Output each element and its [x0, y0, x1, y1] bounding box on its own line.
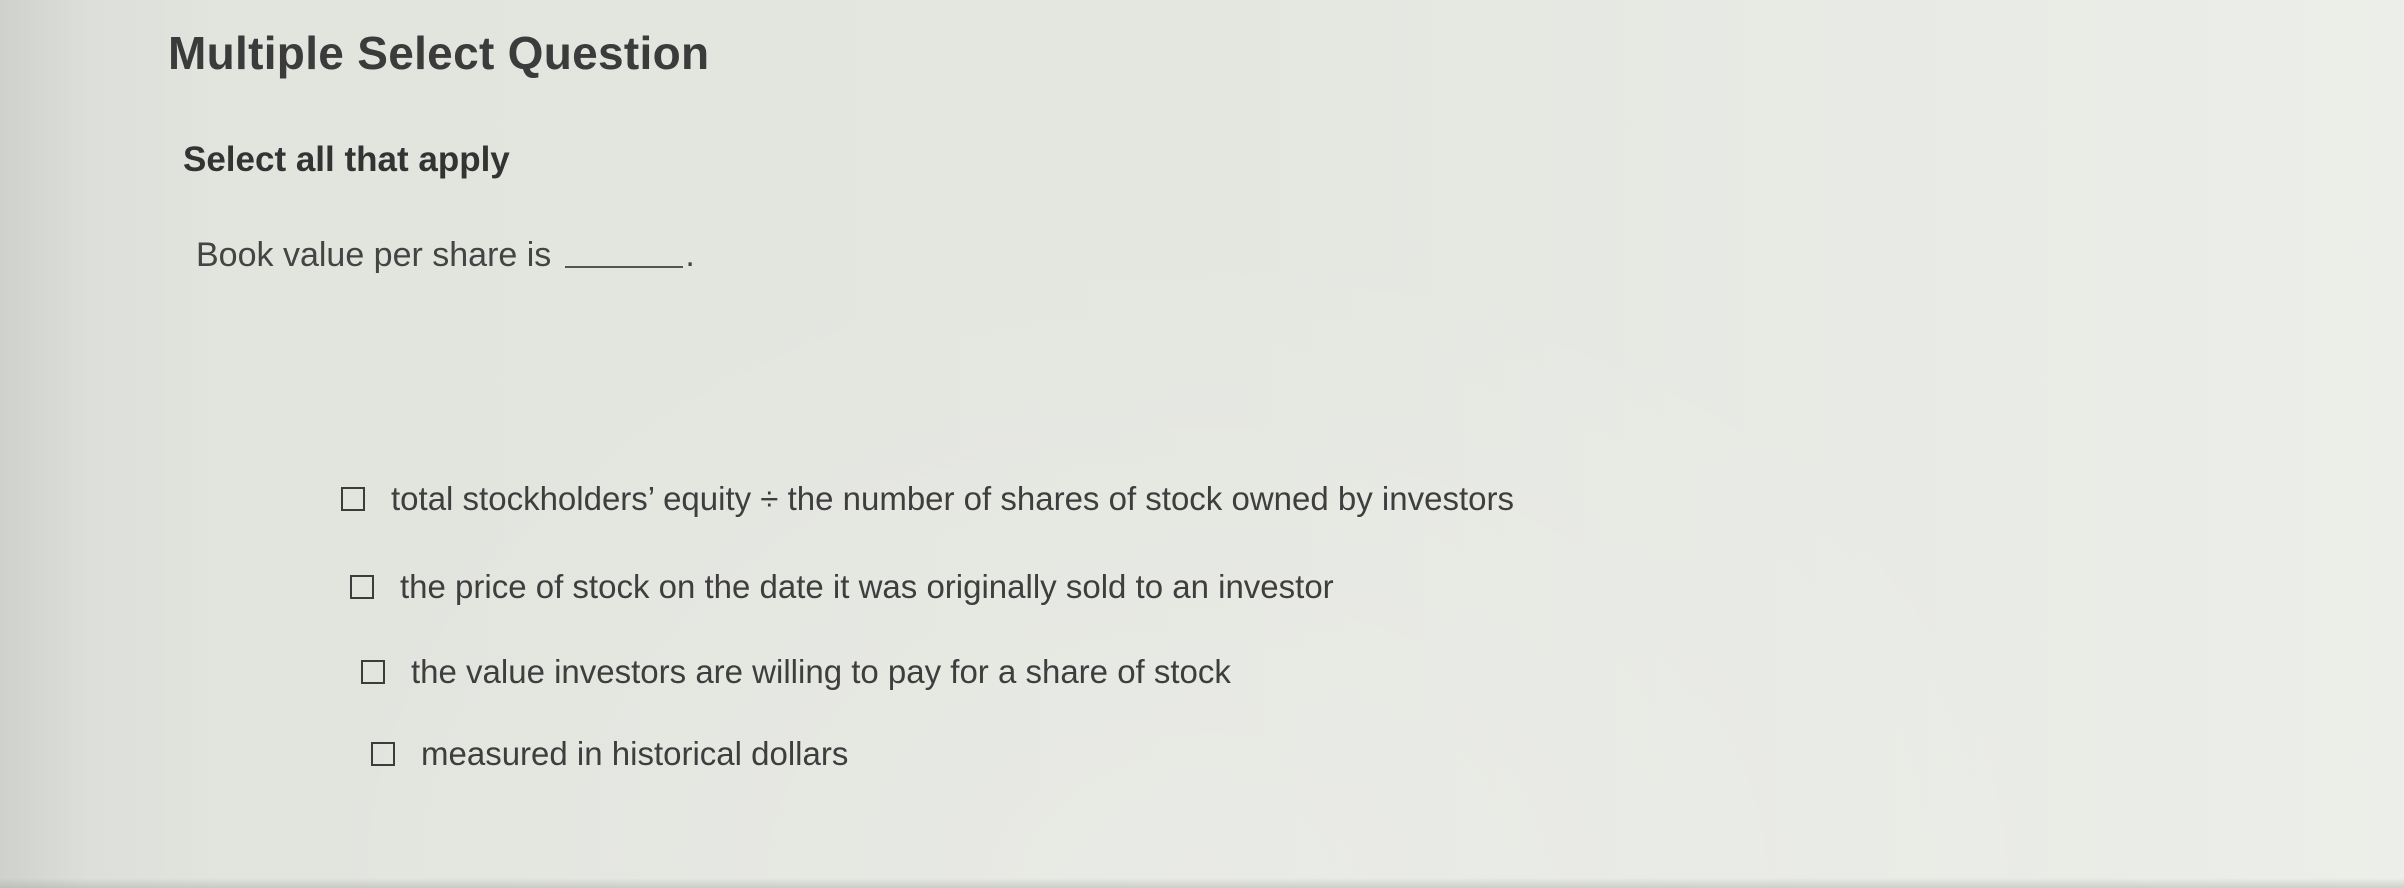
- option-label: total stockholders’ equity ÷ the number …: [391, 480, 1514, 517]
- option-label: measured in historical dollars: [421, 735, 849, 772]
- option-checkbox[interactable]: [371, 742, 395, 766]
- answer-option[interactable]: the price of stock on the date it was or…: [350, 568, 1334, 606]
- answer-option[interactable]: the value investors are willing to pay f…: [361, 653, 1231, 691]
- option-checkbox[interactable]: [341, 487, 365, 511]
- page-bottom-edge: [0, 878, 2404, 888]
- option-checkbox[interactable]: [361, 660, 385, 684]
- option-label: the value investors are willing to pay f…: [411, 653, 1231, 690]
- question-prompt: Book value per share is .: [196, 236, 695, 275]
- answer-option[interactable]: total stockholders’ equity ÷ the number …: [341, 480, 1514, 518]
- option-checkbox[interactable]: [350, 575, 374, 599]
- answer-option[interactable]: measured in historical dollars: [371, 735, 848, 773]
- prompt-text: Book value per share is: [196, 236, 552, 274]
- prompt-period: .: [685, 236, 695, 274]
- answer-blank: [565, 266, 684, 268]
- option-label: the price of stock on the date it was or…: [400, 568, 1334, 605]
- instruction-text: Select all that apply: [183, 140, 510, 179]
- question-title: Multiple Select Question: [168, 27, 710, 79]
- background-gradient: [0, 0, 2404, 888]
